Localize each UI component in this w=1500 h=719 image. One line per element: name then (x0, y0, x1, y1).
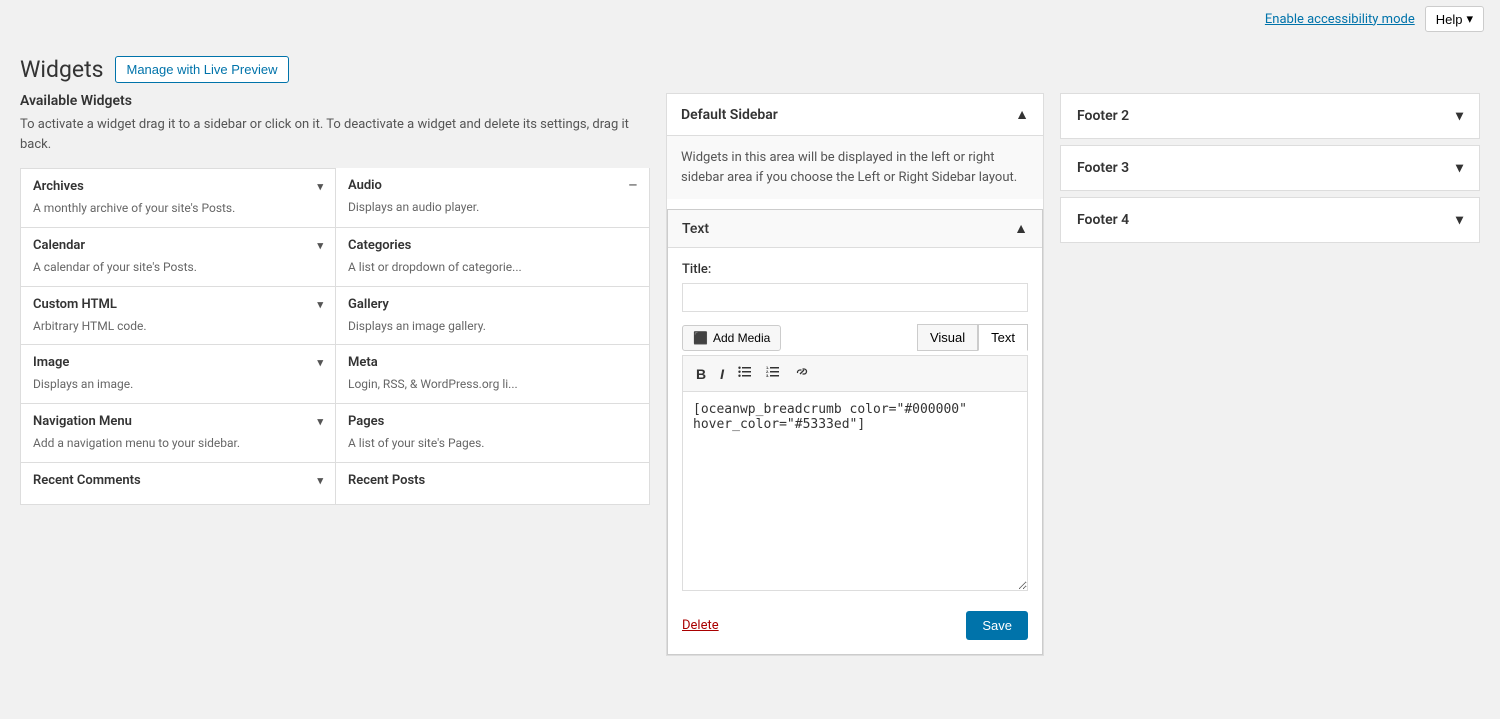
text-editor[interactable]: [oceanwp_breadcrumb color="#000000" hove… (682, 391, 1028, 591)
available-widgets-desc: To activate a widget drag it to a sideba… (20, 115, 650, 154)
nav-menu-arrow: ▾ (317, 415, 323, 428)
page-header: Widgets Manage with Live Preview (0, 38, 1500, 93)
default-sidebar-header[interactable]: Default Sidebar ▲ (667, 94, 1043, 136)
media-icon: ⬛ (693, 331, 708, 345)
image-arrow: ▾ (317, 356, 323, 369)
footer3-arrow: ▾ (1456, 160, 1463, 176)
footer4-label: Footer 4 (1077, 212, 1129, 228)
widget-item-recent-posts[interactable]: Recent Posts (335, 463, 650, 505)
main-layout: Available Widgets To activate a widget d… (0, 93, 1500, 672)
text-widget: Text ▲ Title: ⬛ Add Media Visual Text (667, 209, 1043, 655)
link-button[interactable] (789, 362, 815, 385)
title-input[interactable] (682, 283, 1028, 312)
widget-footer: Delete Save (682, 601, 1028, 640)
middle-panel: Default Sidebar ▲ Widgets in this area w… (666, 93, 1044, 672)
unordered-list-button[interactable] (733, 362, 757, 385)
footer2-label: Footer 2 (1077, 108, 1129, 124)
format-toolbar: B I 1.2.3. (682, 355, 1028, 391)
footer-box-3[interactable]: Footer 3 ▾ (1060, 145, 1480, 191)
available-widgets-title: Available Widgets (20, 93, 650, 109)
delete-link[interactable]: Delete (682, 618, 719, 633)
widget-item-image[interactable]: Image ▾ Displays an image. (20, 345, 335, 404)
widgets-grid: Archives ▾ A monthly archive of your sit… (20, 168, 650, 505)
default-sidebar-desc: Widgets in this area will be displayed i… (667, 136, 1043, 199)
ordered-list-button[interactable]: 1.2.3. (761, 362, 785, 385)
archives-arrow: ▾ (317, 180, 323, 193)
audio-collapse: — (629, 179, 637, 192)
bold-button[interactable]: B (691, 363, 711, 385)
widget-item-meta[interactable]: Meta Login, RSS, & WordPress.org li... (335, 345, 650, 404)
help-button[interactable]: Help ▾ (1425, 6, 1484, 32)
footer2-arrow: ▾ (1456, 108, 1463, 124)
text-widget-header[interactable]: Text ▲ (668, 210, 1042, 248)
widget-item-gallery[interactable]: Gallery Displays an image gallery. (335, 287, 650, 346)
page-title: Widgets (20, 56, 103, 83)
italic-button[interactable]: I (715, 363, 729, 385)
accessibility-mode-link[interactable]: Enable accessibility mode (1265, 12, 1415, 27)
default-sidebar-box: Default Sidebar ▲ Widgets in this area w… (666, 93, 1044, 656)
save-button[interactable]: Save (966, 611, 1028, 640)
widget-item-custom-html[interactable]: Custom HTML ▾ Arbitrary HTML code. (20, 287, 335, 346)
widget-item-navigation-menu[interactable]: Navigation Menu ▾ Add a navigation menu … (20, 404, 335, 463)
widget-item-audio[interactable]: Audio — Displays an audio player. (335, 168, 650, 228)
editor-toolbar: ⬛ Add Media Visual Text (682, 324, 1028, 351)
available-widgets-panel: Available Widgets To activate a widget d… (20, 93, 650, 672)
custom-html-arrow: ▾ (317, 298, 323, 311)
text-widget-title-label: Text (682, 221, 709, 237)
footer3-label: Footer 3 (1077, 160, 1129, 176)
footer-box-2[interactable]: Footer 2 ▾ (1060, 93, 1480, 139)
calendar-arrow: ▾ (317, 239, 323, 252)
widget-item-pages[interactable]: Pages A list of your site's Pages. (335, 404, 650, 463)
title-field-label: Title: (682, 262, 1028, 277)
text-widget-collapse-arrow: ▲ (1014, 220, 1028, 237)
widget-item-calendar[interactable]: Calendar ▾ A calendar of your site's Pos… (20, 228, 335, 287)
add-media-button[interactable]: ⬛ Add Media (682, 325, 781, 351)
top-bar: Enable accessibility mode Help ▾ (0, 0, 1500, 38)
sidebar-collapse-arrow: ▲ (1015, 106, 1029, 123)
recent-comments-arrow: ▾ (317, 474, 323, 487)
right-panel: Footer ▾ Footer 2 ▾ Footer 3 ▾ Footer 4 … (1060, 93, 1480, 672)
footer4-arrow: ▾ (1456, 212, 1463, 228)
widget-item-archives[interactable]: Archives ▾ A monthly archive of your sit… (20, 168, 335, 228)
tab-visual[interactable]: Visual (917, 324, 978, 351)
widget-item-categories[interactable]: Categories A list or dropdown of categor… (335, 228, 650, 287)
text-widget-body: Title: ⬛ Add Media Visual Text B (668, 248, 1042, 654)
tab-text[interactable]: Text (978, 324, 1028, 351)
manage-live-preview-button[interactable]: Manage with Live Preview (115, 56, 288, 83)
visual-text-tabs: Visual Text (917, 324, 1028, 351)
widget-item-recent-comments[interactable]: Recent Comments ▾ (20, 463, 335, 505)
svg-text:3.: 3. (766, 373, 769, 378)
footer-box-4[interactable]: Footer 4 ▾ (1060, 197, 1480, 243)
